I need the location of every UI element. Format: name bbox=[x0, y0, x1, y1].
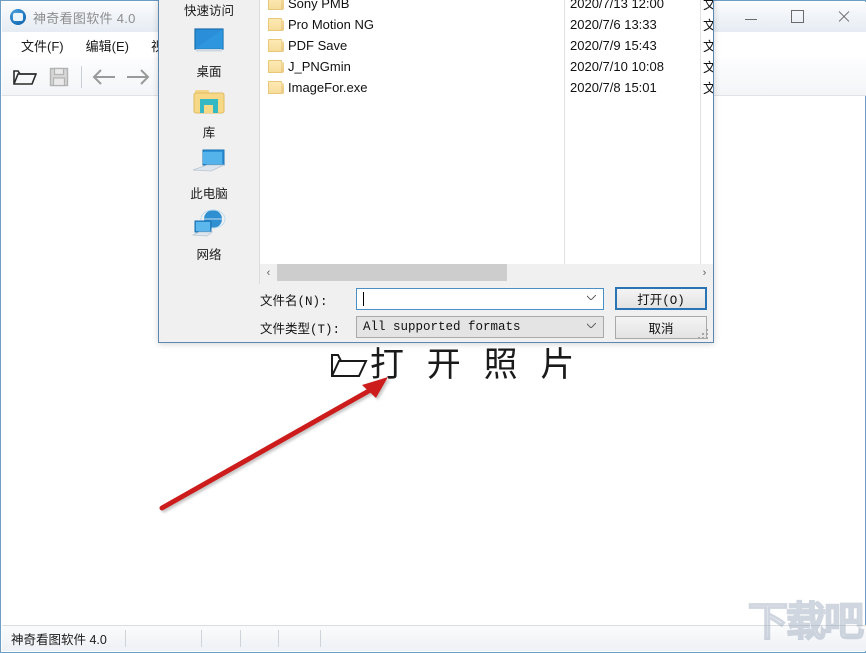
dialog-form: 文件名(N): 文件类型(T): All supported formats 打… bbox=[260, 284, 713, 342]
minimize-button[interactable] bbox=[728, 2, 774, 31]
cancel-button[interactable]: 取消 bbox=[615, 316, 707, 339]
file-list-row[interactable]: ImageFor.exe bbox=[260, 77, 560, 98]
statusbar-app-label: 神奇看图软件 4.0 bbox=[11, 633, 107, 647]
file-list-row[interactable]: Pro Motion NG bbox=[260, 14, 560, 35]
this-pc-icon bbox=[191, 145, 227, 181]
dialog-body: 快速访问 桌面 库 此电脑 网络 Sony PMB Pro Motion NG … bbox=[159, 0, 713, 342]
scrollbar-thumb[interactable] bbox=[277, 264, 507, 281]
filetype-select[interactable]: All supported formats bbox=[356, 316, 604, 338]
scrollbar-track[interactable] bbox=[277, 264, 696, 281]
places-label: 此电脑 bbox=[190, 187, 228, 201]
scroll-left-icon[interactable]: ‹ bbox=[260, 264, 277, 281]
toolbar-back-button[interactable] bbox=[87, 61, 121, 93]
maximize-button[interactable] bbox=[774, 2, 820, 31]
toolbar-open-button[interactable] bbox=[8, 61, 42, 93]
minimize-icon bbox=[745, 18, 757, 20]
forward-arrow-icon bbox=[127, 68, 150, 85]
statusbar-separator-3 bbox=[239, 630, 241, 647]
file-type-label: 文 bbox=[703, 0, 713, 12]
places-item-quick-access[interactable]: 快速访问 bbox=[159, 0, 259, 20]
places-item-library[interactable]: 库 bbox=[159, 81, 259, 142]
close-button[interactable] bbox=[820, 2, 866, 31]
file-name-label: Pro Motion NG bbox=[288, 17, 374, 32]
open-folder-icon bbox=[13, 69, 37, 85]
file-type-label: 文 bbox=[703, 39, 713, 54]
places-label: 桌面 bbox=[196, 65, 222, 79]
statusbar-separator-5 bbox=[319, 630, 321, 647]
red-arrow-annotation bbox=[159, 377, 388, 511]
file-list-name-column: 2020-07-10_103536.jpg xuanfeng Sony PMB … bbox=[260, 0, 560, 98]
statusbar-separator-2 bbox=[200, 630, 202, 647]
file-list-date-column: 2020/7/10 17:05 2020/7/14 8:36 2020/7/13… bbox=[570, 0, 698, 98]
network-icon bbox=[191, 206, 227, 242]
statusbar-separator-4 bbox=[277, 630, 279, 647]
maximize-icon bbox=[790, 10, 804, 23]
app-logo-icon bbox=[10, 9, 26, 25]
places-item-this-pc[interactable]: 此电脑 bbox=[159, 142, 259, 203]
close-icon bbox=[837, 10, 850, 23]
file-date-label: 2020/7/9 15:43 bbox=[570, 38, 657, 53]
toolbar-forward-button[interactable] bbox=[121, 61, 155, 93]
file-date-label: 2020/7/6 13:33 bbox=[570, 17, 657, 32]
file-name-label: ImageFor.exe bbox=[288, 80, 368, 95]
file-type-label: 文 bbox=[703, 81, 713, 96]
library-folder-icon bbox=[191, 84, 227, 120]
file-date-label: 2020/7/10 10:08 bbox=[570, 59, 664, 74]
filename-input[interactable] bbox=[356, 288, 604, 310]
file-list-row[interactable]: PDF Save bbox=[260, 35, 560, 56]
text-caret bbox=[363, 292, 364, 306]
filetype-row: 文件类型(T): All supported formats bbox=[260, 316, 604, 338]
menu-item-file[interactable]: 文件(F) bbox=[10, 33, 75, 58]
filetype-label: 文件类型(T): bbox=[260, 322, 341, 337]
file-list-horizontal-scrollbar[interactable]: ‹ › bbox=[260, 264, 713, 281]
chevron-down-icon[interactable] bbox=[587, 295, 596, 300]
folder-icon bbox=[268, 81, 284, 94]
open-file-dialog: 快速访问 桌面 库 此电脑 网络 Sony PMB Pro Motion NG … bbox=[158, 0, 714, 343]
file-list-column-divider-2[interactable] bbox=[700, 0, 701, 264]
places-item-network[interactable]: 网络 bbox=[159, 203, 259, 264]
places-label: 快速访问 bbox=[183, 4, 234, 18]
watermark: 下载吧 bbox=[747, 598, 865, 646]
save-icon bbox=[49, 67, 69, 86]
filename-row: 文件名(N): bbox=[260, 288, 604, 310]
folder-icon bbox=[268, 18, 284, 31]
dialog-resize-grip[interactable] bbox=[698, 327, 710, 339]
file-list-row[interactable]: J_PNGmin bbox=[260, 56, 560, 77]
back-arrow-icon bbox=[92, 68, 115, 85]
chevron-down-icon[interactable] bbox=[587, 323, 596, 328]
desktop-icon bbox=[191, 23, 227, 59]
folder-icon bbox=[268, 60, 284, 73]
file-list[interactable]: 2020-07-10_103536.jpg xuanfeng Sony PMB … bbox=[260, 0, 713, 264]
menu-item-edit[interactable]: 编辑(E) bbox=[75, 33, 140, 58]
dialog-places-sidebar: 快速访问 桌面 库 此电脑 网络 bbox=[159, 0, 260, 284]
file-type-label: 文 bbox=[703, 18, 713, 33]
file-list-row[interactable]: Sony PMB bbox=[260, 0, 560, 14]
file-date-label: 2020/7/13 12:00 bbox=[570, 0, 664, 11]
places-item-desktop[interactable]: 桌面 bbox=[159, 20, 259, 81]
places-label: 网络 bbox=[196, 248, 222, 262]
toolbar-save-button[interactable] bbox=[42, 61, 76, 93]
file-list-column-divider-1[interactable] bbox=[564, 0, 565, 264]
file-type-label: 文 bbox=[703, 60, 713, 75]
toolbar-separator-1 bbox=[81, 65, 82, 88]
file-name-label: PDF Save bbox=[288, 38, 348, 53]
folder-icon bbox=[268, 39, 284, 52]
file-list-type-column: 看 文 文 文 文 文 文 bbox=[703, 0, 713, 98]
file-name-label: J_PNGmin bbox=[288, 59, 351, 74]
places-label: 库 bbox=[202, 126, 216, 140]
open-button[interactable]: 打开(O) bbox=[615, 287, 707, 310]
window-controls bbox=[728, 2, 866, 31]
folder-icon bbox=[268, 0, 284, 10]
file-name-label: Sony PMB bbox=[288, 0, 350, 11]
file-date-label: 2020/7/8 15:01 bbox=[570, 80, 657, 95]
filename-label: 文件名(N): bbox=[260, 294, 328, 309]
window-title: 神奇看图软件 4.0 bbox=[33, 10, 136, 26]
statusbar-separator-1 bbox=[124, 630, 126, 647]
filetype-value: All supported formats bbox=[363, 320, 521, 334]
scroll-right-icon[interactable]: › bbox=[696, 264, 713, 281]
